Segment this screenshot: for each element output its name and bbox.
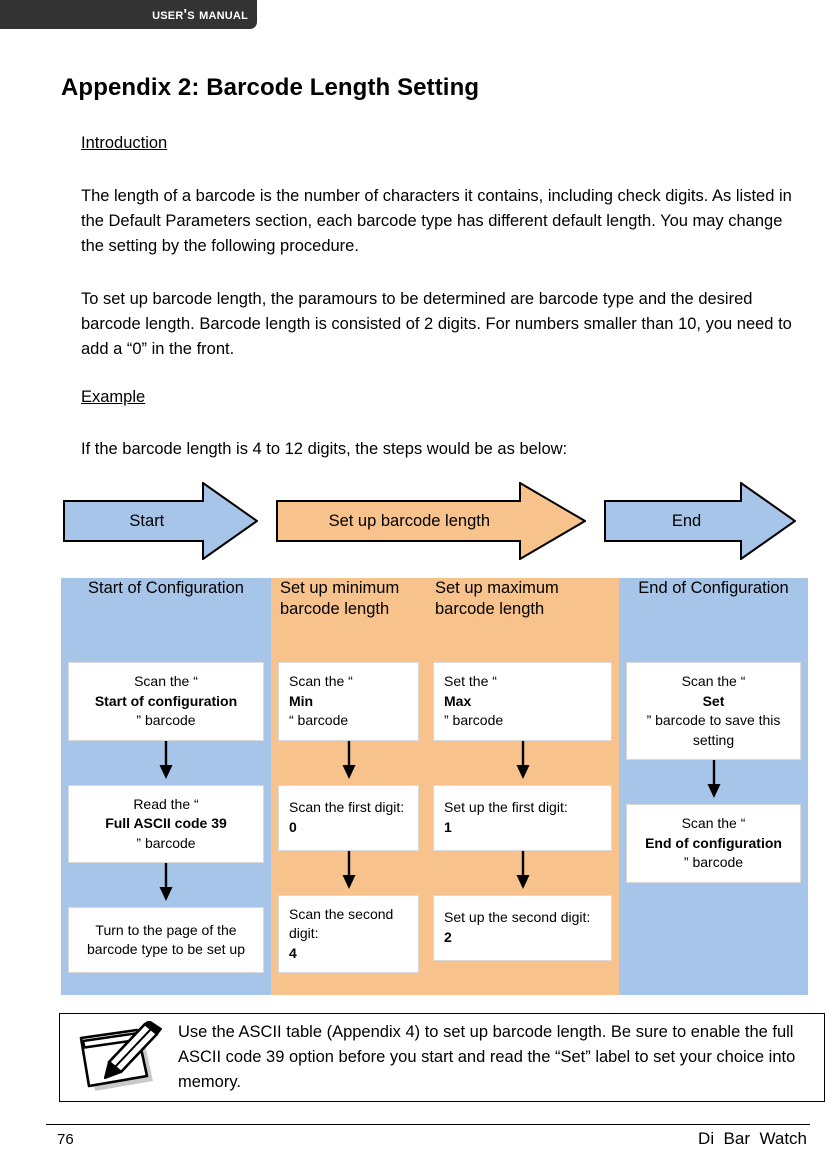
note-callout-box: Use the ASCII table (Appendix 4) to set … (59, 1013, 825, 1102)
flow-header-set-up-minimum: Set up minimum barcode length (271, 578, 426, 636)
flow-header-end-of-configuration: End of Configuration (619, 578, 808, 636)
flow-column-bottom-spacer (61, 973, 271, 995)
down-arrow-icon (159, 863, 173, 901)
flow-step-connector (426, 740, 619, 785)
flow-step: Scan the second digit: 4 (271, 894, 426, 973)
running-header-title: User's Manual (152, 6, 248, 23)
flow-step-box: Set the “Max” barcode (433, 662, 612, 741)
flow-column-end-of-configuration: Scan the “Set” barcode to save this sett… (619, 636, 808, 995)
flow-step: Turn to the page of the barcode type to … (61, 907, 271, 973)
flow-column-top-spacer (426, 636, 619, 662)
flow-step-connector (271, 850, 426, 895)
flow-step: Set the “Max” barcode (426, 662, 619, 741)
flow-column-top-spacer (61, 636, 271, 662)
flow-column-steps: Set the “Max” barcode Set up the first di… (426, 636, 619, 983)
flow-column-bottom-spacer (271, 973, 426, 995)
flow-step-connector (426, 850, 619, 895)
barcode-length-flow-table: Start of Configuration Set up minimum ba… (61, 578, 808, 995)
running-header-band: User's Manual (0, 0, 257, 29)
flow-header-start-of-configuration: Start of Configuration (61, 578, 271, 636)
flow-column-steps: Scan the “Start of configuration” barcod… (61, 636, 271, 995)
flow-step-connector (271, 740, 426, 785)
flow-step: Read the “Full ASCII code 39” barcode (61, 784, 271, 863)
flow-step: Set up the first digit: 1 (426, 784, 619, 851)
flow-step-box: Turn to the page of the barcode type to … (68, 907, 264, 973)
note-text: Use the ASCII table (Appendix 4) to set … (178, 1023, 796, 1091)
notepad-pencil-icon (60, 1015, 178, 1101)
block-arrow-end: End (604, 482, 796, 560)
flow-step: Set up the second digit: 2 (426, 894, 619, 961)
down-arrow-icon (342, 850, 355, 889)
flow-step-connector (61, 863, 271, 907)
flow-step-box: Scan the second digit: 4 (278, 894, 419, 973)
flow-column-bottom-spacer (426, 961, 619, 983)
flow-step: Scan the “Start of configuration” barcod… (61, 662, 271, 741)
flow-step: Scan the “Min “ barcode (271, 662, 426, 741)
example-paragraph: If the barcode length is 4 to 12 digits,… (81, 440, 568, 458)
block-arrow-start: Start (63, 482, 258, 560)
footer-page-number: 76 (57, 1131, 74, 1148)
flow-step-box: Scan the “Set” barcode to save this sett… (626, 662, 801, 760)
flow-column-top-spacer (271, 636, 426, 662)
notepad-pencil-icon-glyph (79, 1020, 162, 1091)
flow-step-box: Scan the “Start of configuration” barcod… (68, 662, 264, 741)
introduction-heading: Introduction (81, 134, 168, 152)
down-arrow-icon (516, 850, 529, 889)
flow-step-box: Set up the second digit: 2 (433, 894, 612, 961)
flow-step-box: Read the “Full ASCII code 39” barcode (68, 784, 264, 863)
flow-step: Scan the “End of configuration” barcode (619, 804, 808, 883)
block-arrow-start-label: Start (129, 511, 165, 530)
flow-column-start-of-configuration: Scan the “Start of configuration” barcod… (61, 636, 271, 995)
footer-divider (46, 1124, 810, 1125)
block-arrow-middle: Set up barcode length (276, 482, 586, 560)
flow-step-connector (61, 740, 271, 785)
footer-brand: Di Bar Watch (698, 1129, 807, 1148)
page-title: Appendix 2: Barcode Length Setting (61, 74, 480, 101)
flow-table-body-row: Scan the “Start of configuration” barcod… (61, 636, 808, 995)
flow-step-box: Scan the “Min “ barcode (278, 662, 419, 741)
flow-step-connector (619, 760, 808, 804)
flow-step-box: Set up the first digit: 1 (433, 784, 612, 851)
down-arrow-icon (707, 760, 720, 798)
flow-header-set-up-maximum: Set up maximum barcode length (426, 578, 619, 636)
down-arrow-icon (516, 740, 529, 779)
setup-paragraph: To set up barcode length, the paramours … (81, 290, 792, 358)
flow-column-steps: Scan the “Min “ barcode Scan the first dig… (271, 636, 426, 995)
flow-column-set-up-maximum: Set the “Max” barcode Set up the first di… (426, 636, 619, 995)
example-heading: Example (81, 388, 146, 406)
flow-step-box: Scan the “End of configuration” barcode (626, 804, 801, 883)
block-arrow-end-label: End (671, 511, 702, 530)
flow-column-top-spacer (619, 636, 808, 662)
flow-table-header-row: Start of Configuration Set up minimum ba… (61, 578, 808, 636)
introduction-paragraph: The length of a barcode is the number of… (81, 187, 792, 255)
flow-column-bottom-spacer (619, 883, 808, 905)
flow-step: Scan the “Set” barcode to save this sett… (619, 662, 808, 760)
down-arrow-icon (159, 740, 173, 779)
flow-step-box: Scan the first digit: 0 (278, 784, 419, 851)
down-arrow-icon (342, 740, 355, 779)
block-arrow-middle-label: Set up barcode length (328, 511, 491, 530)
flow-column-steps: Scan the “Set” barcode to save this sett… (619, 636, 808, 905)
flow-column-set-up-minimum: Scan the “Min “ barcode Scan the first dig… (271, 636, 426, 995)
flow-step: Scan the first digit: 0 (271, 784, 426, 851)
process-arrow-banner: Start Set up barcode length End (0, 482, 829, 562)
